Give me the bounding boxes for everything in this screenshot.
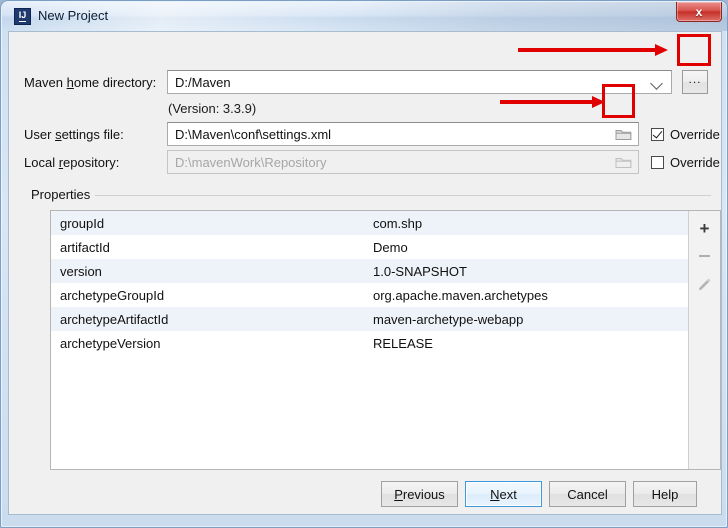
properties-toolbar: + <box>688 211 720 469</box>
property-key: archetypeVersion <box>60 335 161 351</box>
property-value: RELEASE <box>373 335 433 351</box>
folder-icon <box>615 130 632 140</box>
local-repository-input: D:\mavenWork\Repository <box>167 150 639 174</box>
add-property-button[interactable]: + <box>693 217 717 239</box>
property-key: archetypeGroupId <box>60 287 165 303</box>
property-value: Demo <box>373 239 408 255</box>
pencil-icon <box>699 278 711 290</box>
cancel-button[interactable]: Cancel <box>549 481 626 507</box>
title-bar: IJ New Project x <box>2 2 727 31</box>
edit-property-button[interactable] <box>693 273 717 295</box>
property-key: groupId <box>60 215 105 231</box>
next-button[interactable]: Next <box>465 481 542 507</box>
chevron-down-icon[interactable] <box>651 75 665 89</box>
user-settings-override-label: Override <box>670 127 720 142</box>
close-icon: x <box>695 4 703 19</box>
table-row[interactable]: archetypeGroupId org.apache.maven.archet… <box>51 283 688 307</box>
maven-home-value: D:/Maven <box>175 74 231 90</box>
help-button[interactable]: Help <box>633 481 697 507</box>
maven-home-input[interactable]: D:/Maven <box>167 70 672 94</box>
previous-button[interactable]: Previous <box>381 481 458 507</box>
folder-icon <box>615 158 632 168</box>
screenshot-root: IJ New Project x Maven home directory: D… <box>0 0 728 528</box>
maven-version-note: (Version: 3.3.9) <box>168 101 257 116</box>
local-repository-override-checkbox[interactable]: Override <box>651 155 720 170</box>
user-settings-label: User settings file: <box>24 127 124 142</box>
remove-property-button[interactable] <box>693 245 717 267</box>
local-repository-browse-button <box>609 150 638 174</box>
property-value: maven-archetype-webapp <box>373 311 524 327</box>
group-separator <box>31 195 711 196</box>
table-row[interactable]: archetypeVersion RELEASE <box>51 331 688 355</box>
user-settings-input[interactable]: D:\Maven\conf\settings.xml <box>167 122 639 146</box>
property-value: com.shp <box>373 215 423 231</box>
close-button[interactable]: x <box>676 2 722 22</box>
table-row[interactable]: groupId com.shp <box>51 211 688 235</box>
table-row[interactable]: archetypeArtifactId maven-archetype-weba… <box>51 307 688 331</box>
property-key: archetypeArtifactId <box>60 311 169 327</box>
properties-group-label: Properties <box>31 187 96 202</box>
user-settings-browse-button[interactable] <box>609 122 638 146</box>
property-key: artifactId <box>60 239 110 255</box>
properties-table-body: groupId com.shp artifactId Demo version … <box>51 211 688 469</box>
dialog-window: IJ New Project x Maven home directory: D… <box>0 0 728 528</box>
local-repository-label: Local repository: <box>24 155 120 170</box>
dialog-client-area: Maven home directory: D:/Maven ... (Vers… <box>8 31 722 515</box>
window-title: New Project <box>38 8 109 23</box>
property-value: 1.0-SNAPSHOT <box>373 263 467 279</box>
property-key: version <box>60 263 102 279</box>
minus-icon <box>699 255 710 257</box>
table-row[interactable]: artifactId Demo <box>51 235 688 259</box>
checkbox-box-unchecked <box>651 156 664 169</box>
property-value: org.apache.maven.archetypes <box>373 287 548 303</box>
maven-home-label: Maven home directory: <box>24 75 157 90</box>
user-settings-value: D:\Maven\conf\settings.xml <box>175 126 332 142</box>
local-repository-override-label: Override <box>670 155 720 170</box>
plus-icon: + <box>699 218 710 238</box>
user-settings-override-checkbox[interactable]: Override <box>651 127 720 142</box>
properties-table: groupId com.shp artifactId Demo version … <box>50 210 721 470</box>
table-row[interactable]: version 1.0-SNAPSHOT <box>51 259 688 283</box>
local-repository-value: D:\mavenWork\Repository <box>175 154 327 170</box>
maven-home-browse-button[interactable]: ... <box>682 70 708 94</box>
ellipsis-icon: ... <box>688 72 702 86</box>
checkbox-box-checked <box>651 128 664 141</box>
intellij-idea-icon: IJ <box>14 8 31 25</box>
